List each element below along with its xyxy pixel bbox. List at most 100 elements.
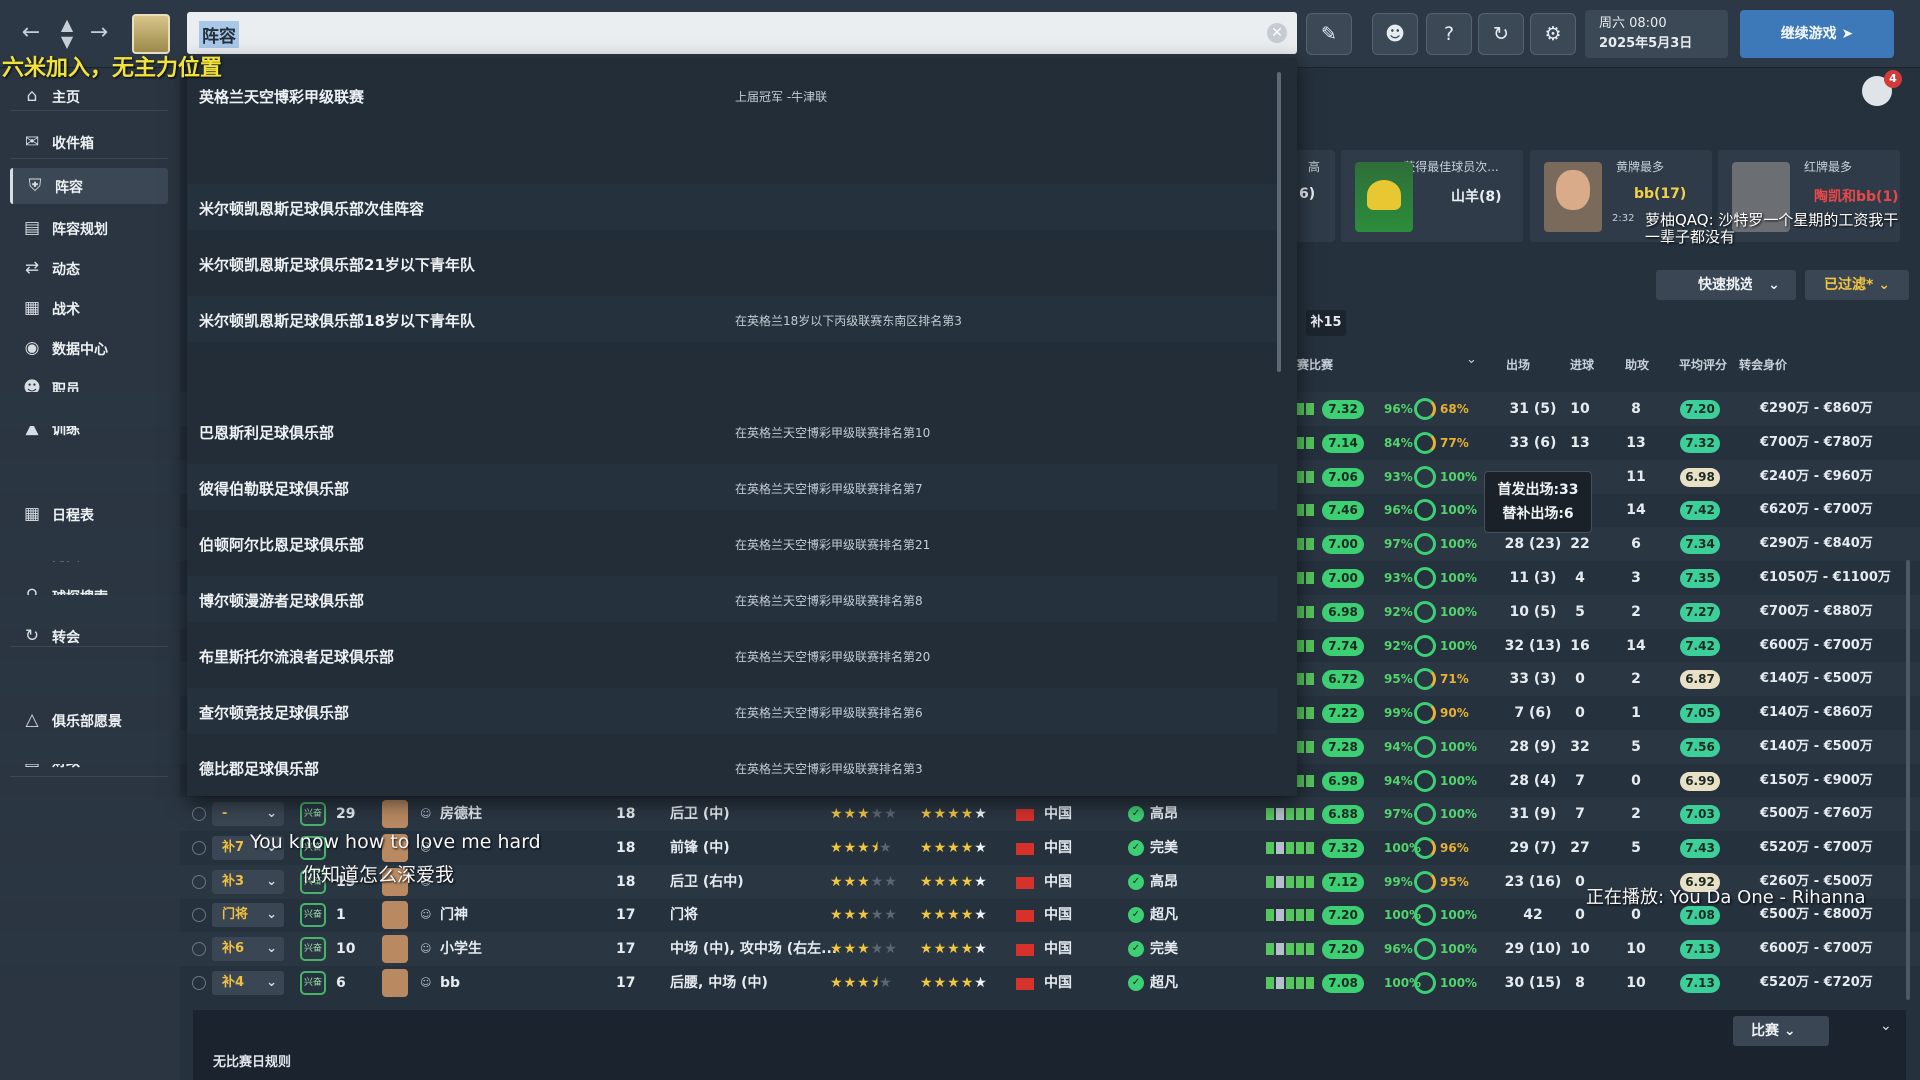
sidebar-item-data[interactable]: ◉ 数据中心 (10, 330, 168, 366)
edit-pencil-icon[interactable]: ✎ (1306, 13, 1352, 55)
form-rating-pill: 7.46 (1322, 501, 1364, 520)
search-result-item[interactable]: 伯顿阿尔比恩足球俱乐部 在英格兰天空博彩甲级联赛排名第21 (187, 520, 1277, 566)
form-rating-pill: 7.00 (1322, 569, 1364, 588)
search-result-item[interactable]: 巴恩斯利足球俱乐部 在英格兰天空博彩甲级联赛排名第10 (187, 408, 1277, 454)
pass-percentage: 92% (1384, 605, 1413, 619)
header-apps[interactable]: 出场 (1506, 356, 1530, 373)
apps-cell[interactable]: 10 (5) (1498, 595, 1568, 629)
apps-cell[interactable]: 33 (3) (1498, 662, 1568, 696)
player-name[interactable]: 门神 (440, 898, 468, 932)
player-age: 18 (616, 840, 636, 856)
apps-cell[interactable]: 33 (6) (1498, 426, 1568, 460)
apps-cell[interactable]: 31 (5) (1498, 392, 1568, 426)
selection-dropdown[interactable]: 补6 ⌄ (212, 937, 284, 961)
club-crest[interactable] (132, 14, 170, 54)
apps-cell[interactable]: 23 (16) (1498, 865, 1568, 899)
sidebar-item-label: 阵容规划 (52, 222, 108, 238)
search-result-item[interactable]: 米尔顿凯恩斯足球俱乐部18岁以下青年队 在英格兰18岁以下丙级联赛东南区排名第3 (187, 296, 1277, 342)
player-name[interactable]: bb (440, 966, 460, 1000)
row-select-checkbox[interactable] (192, 841, 206, 855)
clear-icon[interactable]: ✕ (1267, 23, 1287, 43)
selection-dropdown[interactable]: - ⌄ (212, 802, 284, 826)
avg-rating-pill: 7.27 (1680, 603, 1720, 622)
tooltip-line: 首发出场:33 (1497, 482, 1579, 498)
match-day-rule: 无比赛日规则 (213, 1055, 292, 1070)
filtered-button[interactable]: 已过滤* ⌄ (1805, 270, 1909, 300)
result-description: 在英格兰天空博彩甲级联赛排名第7 (735, 482, 923, 496)
player-row[interactable]: 补4 ⌄ 兴奋 6 ☺ bb 17 后腰, 中场 (中) ★★★⯨★ ★★★★★ 中国 ✓ 超凡 7.08… (0, 966, 1920, 1000)
chevron-down-icon: ⌄ (266, 806, 277, 821)
stat-card-partial[interactable]: 高 6) (1293, 150, 1335, 242)
result-name: 德比郡足球俱乐部 (199, 760, 320, 778)
search-input[interactable]: 阵容 ✕ (187, 12, 1297, 54)
apps-cell[interactable]: 28 (9) (1498, 730, 1568, 764)
row-select-checkbox[interactable] (192, 807, 206, 821)
apps-cell[interactable]: 42 (1498, 898, 1568, 932)
value-cell: €700万 - €780万 (1760, 435, 1873, 450)
sidebar-item-dynamics[interactable]: ⇄ 动态 (10, 250, 168, 286)
selection-dropdown[interactable]: 门将 ⌄ (212, 903, 284, 927)
selection-value: 补7 (222, 840, 245, 855)
table-scrollbar[interactable] (1906, 560, 1910, 1000)
header-assists[interactable]: 助攻 (1625, 356, 1649, 373)
search-result-item[interactable]: 彼得伯勒联足球俱乐部 在英格兰天空博彩甲级联赛排名第7 (187, 464, 1277, 510)
player-row[interactable]: - ⌄ 兴奋 29 ☺ 房德柱 18 后卫 (中) ★★★★★ ★★★★★ 中国 ✓ 高昂 6.88 97%… (0, 797, 1920, 831)
sidebar-item-tactics[interactable]: ▦ 战术 (10, 290, 168, 326)
sidebar-item-planner[interactable]: ▤ 阵容规划 (10, 210, 168, 246)
apps-cell[interactable]: 11 (3) (1498, 561, 1568, 595)
search-result-item[interactable]: 查尔顿竞技足球俱乐部 在英格兰天空博彩甲级联赛排名第6 (187, 688, 1277, 734)
player-status-icon: ☺ (420, 908, 432, 921)
footer-chevron-icon[interactable]: ⌄ (1880, 1018, 1892, 1034)
sidebar-item-squad[interactable]: ⛨ 阵容 (10, 168, 168, 204)
apps-cell[interactable]: 30 (15) (1498, 966, 1568, 1000)
apps-cell[interactable]: 29 (7) (1498, 831, 1568, 865)
player-row[interactable]: 补6 ⌄ 兴奋 10 ☺ 小学生 17 中场 (中), 攻中场 (右左... ★★★★★ ★★★★… (0, 932, 1920, 966)
search-result-item[interactable]: 米尔顿凯恩斯足球俱乐部次佳阵容 (187, 184, 1277, 230)
apps-cell[interactable]: 28 (4) (1498, 764, 1568, 798)
row-select-checkbox[interactable] (192, 942, 206, 956)
header-goals[interactable]: 进球 (1570, 356, 1594, 373)
header-avg-rating[interactable]: 平均评分 (1679, 356, 1727, 373)
stat-card-best-player[interactable]: 获得最佳球员次... 山羊(8) (1341, 150, 1523, 242)
apps-cell[interactable]: 29 (10) (1498, 932, 1568, 966)
pass-percentage: 99% (1384, 706, 1413, 720)
value-cell: €140万 - €500万 (1760, 739, 1873, 754)
header-chevron-icon[interactable]: ⌄ (1466, 352, 1477, 367)
apps-cell[interactable]: 31 (9) (1498, 797, 1568, 831)
card-title: 高 (1307, 160, 1320, 174)
settings-gear-icon[interactable]: ⚙ (1530, 13, 1576, 55)
fitness-ring-icon (1414, 972, 1436, 994)
continue-game-button[interactable]: 继续游戏 ➤ (1740, 10, 1894, 58)
sidebar-item-inbox[interactable]: ✉ 收件箱 (10, 124, 168, 160)
pass-percentage: 93% (1384, 470, 1413, 484)
up-down-arrows-icon[interactable]: ▲ ▼ (54, 16, 80, 50)
selection-dropdown[interactable]: 补3 ⌄ (212, 870, 284, 894)
quick-pick-dropdown-icon[interactable]: ⌄ (1752, 270, 1796, 300)
selection-value: 补3 (222, 874, 245, 889)
sidebar-item-home[interactable]: ⌂ 主页 (10, 78, 168, 114)
row-select-checkbox[interactable] (192, 976, 206, 990)
header-value[interactable]: 转会身价 (1739, 356, 1787, 373)
search-result-item[interactable]: 布里斯托尔流浪者足球俱乐部 在英格兰天空博彩甲级联赛排名第20 (187, 632, 1277, 678)
match-button[interactable]: 比赛 ⌄ (1733, 1016, 1829, 1046)
search-result-item[interactable]: 米尔顿凯恩斯足球俱乐部21岁以下青年队 (187, 240, 1277, 286)
dropdown-scrollbar[interactable] (1277, 72, 1281, 372)
search-result-item[interactable]: 英格兰天空博彩甲级联赛 上届冠军 -牛津联 (187, 72, 1277, 118)
header-form[interactable]: 赛比赛 (1297, 356, 1333, 373)
back-arrow-icon[interactable]: ← (18, 16, 44, 50)
search-result-item[interactable]: 德比郡足球俱乐部 在英格兰天空博彩甲级联赛排名第3 (187, 744, 1277, 790)
row-select-checkbox[interactable] (192, 908, 206, 922)
selection-dropdown[interactable]: 补4 ⌄ (212, 971, 284, 995)
assists-cell: 6 (1631, 536, 1641, 552)
refresh-icon[interactable]: ↻ (1478, 13, 1524, 55)
forward-arrow-icon[interactable]: → (86, 16, 112, 50)
help-icon[interactable]: ? (1426, 13, 1472, 55)
search-result-item[interactable]: 博尔顿漫游者足球俱乐部 在英格兰天空博彩甲级联赛排名第8 (187, 576, 1277, 622)
player-name[interactable]: 小学生 (440, 932, 482, 966)
player-name[interactable]: 房德柱 (440, 797, 482, 831)
apps-cell[interactable]: 7 (6) (1498, 696, 1568, 730)
sub-tag[interactable]: 补15 (1306, 310, 1346, 336)
manager-icon[interactable]: ☻ (1372, 13, 1418, 55)
apps-cell[interactable]: 32 (13) (1498, 629, 1568, 663)
row-select-checkbox[interactable] (192, 875, 206, 889)
